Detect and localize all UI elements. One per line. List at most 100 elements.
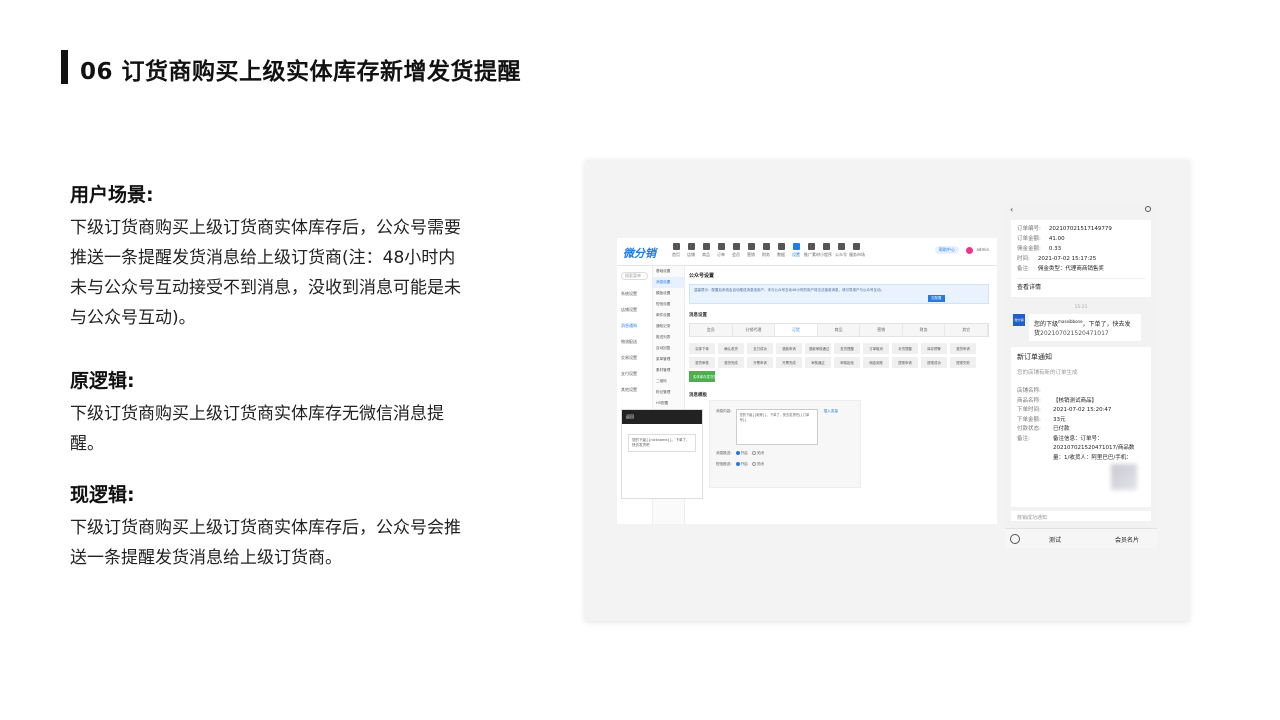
message-type-chip[interactable]: 订单取消 xyxy=(863,343,889,354)
help-pill[interactable]: 帮助中心 xyxy=(934,246,959,254)
message-type-chip[interactable]: 支付成功 xyxy=(747,343,773,354)
settings-tab[interactable]: 商品 xyxy=(818,324,861,336)
sub-sidebar-item[interactable]: 模板设置 xyxy=(653,288,684,299)
message-type-chip[interactable]: 开票完成 xyxy=(776,357,802,368)
bubble-order-link[interactable]: 20210702152047101​7 xyxy=(1040,330,1109,337)
new-order-card[interactable]: 新订单通知 您的店铺有新的订单生成 店铺名称: 商品名称: 【核销测试商品】 下单时间… xyxy=(1011,347,1151,507)
nav-item[interactable]: 商品 xyxy=(699,243,713,258)
nav-item[interactable]: 小程序 xyxy=(819,243,833,258)
commission-card[interactable]: 订单编号: 202107021517149779 订单金额: 41.00 佣金金额: 0.… xyxy=(1011,220,1151,297)
message-type-chip[interactable]: 提现申请 xyxy=(892,357,918,368)
nav-item[interactable]: 数据 xyxy=(774,243,788,258)
message-type-chip[interactable]: 库存预警 xyxy=(921,343,947,354)
sub-sidebar-item[interactable]: 短信设置 xyxy=(653,299,684,310)
order-value: 【核销测试商品】 xyxy=(1053,397,1098,404)
bubble-text: 您的下级 xyxy=(1034,321,1059,328)
message-type-chip[interactable]: 实体下单 xyxy=(689,343,715,354)
settings-tab[interactable]: 营销 xyxy=(860,324,903,336)
sub-sidebar-item[interactable]: 通知记录 xyxy=(653,321,684,332)
nav-item[interactable]: 首页 xyxy=(669,243,683,258)
settings-tab[interactable]: 分销代理 xyxy=(733,324,776,336)
order-value: 33元 xyxy=(1053,416,1066,423)
nav-item[interactable]: 会员 xyxy=(729,243,743,258)
content-textarea[interactable]: 您的下级{{昵称}}，下单了，快去发货吧{{订单号}} xyxy=(735,409,818,445)
sms-on-radio[interactable] xyxy=(735,462,740,466)
sub-sidebar-item[interactable]: 基础设置 xyxy=(653,266,684,277)
sidebar-item[interactable]: 消息通知 xyxy=(617,318,652,334)
message-type-chip[interactable]: 提现成功 xyxy=(921,357,947,368)
order-key: 下单时间: xyxy=(1017,407,1041,413)
configure-button[interactable]: 去配置 xyxy=(928,295,945,302)
sub-sidebar-item[interactable]: 素材管理 xyxy=(653,365,684,376)
phone-back-button[interactable]: 返回 xyxy=(626,414,634,419)
nav-label: 订单 xyxy=(717,252,725,257)
back-icon[interactable]: ‹ xyxy=(1010,205,1013,214)
settings-tab[interactable]: 其它 xyxy=(945,324,989,336)
message-type-chip[interactable]: 退款审核通过 xyxy=(805,343,831,354)
insert-variable-link[interactable]: 插入变量 xyxy=(824,409,838,445)
sidebar-item[interactable]: 交易设置 xyxy=(617,350,652,366)
user-avatar[interactable] xyxy=(966,246,974,254)
sub-sidebar-item[interactable]: 菜单管理 xyxy=(653,354,684,365)
section-body: 下级订货商购买上级订货商实体库存无微信消息提醒。 xyxy=(70,404,444,454)
nav-item[interactable]: 服务市场 xyxy=(849,243,865,258)
sidebar-item[interactable]: 支付设置 xyxy=(617,366,652,382)
sms-off-radio[interactable] xyxy=(751,462,756,466)
nav-item[interactable]: 财务 xyxy=(759,243,773,258)
sidebar-item[interactable]: 其他设置 xyxy=(617,382,652,398)
push-on-radio[interactable] xyxy=(735,451,740,455)
keyboard-icon[interactable] xyxy=(1010,534,1020,544)
menu-member-card-button[interactable]: 会员名片 xyxy=(1115,535,1139,544)
settings-tab[interactable]: 订货 xyxy=(775,324,818,336)
notice-banner: 温馨提示：配置后系统会自动推送消息给用户，未与公众号互动48小时的用户将无法接收… xyxy=(689,284,989,304)
sub-sidebar-item[interactable]: 二维码 xyxy=(653,376,684,387)
chat-timestamp: 15:21 xyxy=(1074,305,1088,310)
settings-tab[interactable]: 财务 xyxy=(903,324,946,336)
message-type-chip[interactable]: 审核通过 xyxy=(805,357,831,368)
sidebar-item[interactable]: 物流配送 xyxy=(617,334,652,350)
chat-message: 微分销 您的下级maseibbone，下单了，快去发货2021070215204… xyxy=(1013,314,1149,341)
nav-item[interactable]: 公众号 xyxy=(834,243,848,258)
message-type-chip[interactable]: 退货申请 xyxy=(950,343,976,354)
nav-label: 小程序 xyxy=(820,252,832,257)
settings-tab[interactable]: 会员 xyxy=(690,324,733,336)
sub-sidebar-item[interactable]: 自动回复 xyxy=(653,343,684,354)
sub-sidebar-item[interactable]: 邮件设置 xyxy=(653,310,684,321)
message-type-chip[interactable]: 佣金到账 xyxy=(863,357,889,368)
message-type-chip[interactable]: 退款申请 xyxy=(776,343,802,354)
order-value: 2021-07-02 15:20:47 xyxy=(1053,407,1112,413)
nav-icon xyxy=(822,243,830,250)
order-key: 商品名称: xyxy=(1017,397,1041,404)
message-type-chip[interactable]: 退货审核 xyxy=(689,357,715,368)
message-settings-heading: 消息设置 xyxy=(689,313,707,318)
nav-item[interactable]: 推广素材 xyxy=(804,243,820,258)
sidebar-item[interactable]: 店铺设置 xyxy=(617,302,652,318)
message-type-chip[interactable]: 补货提醒 xyxy=(892,343,918,354)
message-type-chip[interactable]: 退货完成 xyxy=(718,357,744,368)
sub-sidebar-item[interactable]: 粉丝管理 xyxy=(653,387,684,398)
message-type-chip[interactable]: 实体库存发货提醒 xyxy=(689,371,715,382)
user-name[interactable]: admin xyxy=(976,247,989,252)
message-type-chip[interactable]: 审核拒绝 xyxy=(834,357,860,368)
menu-test-button[interactable]: 测试 xyxy=(1049,535,1061,544)
nav-item[interactable]: 店铺 xyxy=(684,243,698,258)
message-type-chip[interactable]: 发货提醒 xyxy=(834,343,860,354)
nav-item[interactable]: 订单 xyxy=(714,243,728,258)
screenshot-frame: 微分销 首页 店铺 商品 订单 会员 营销 财务 数据 设置 推广素材 小程序 公众号 服务市场 帮助中… xyxy=(585,160,1189,621)
message-type-chip[interactable]: 提现失败 xyxy=(950,357,976,368)
view-details-link[interactable]: 查看详情 xyxy=(1017,278,1145,293)
sub-sidebar-item[interactable]: 消息设置 xyxy=(653,277,684,288)
message-type-chip[interactable]: 开票申请 xyxy=(747,357,773,368)
nav-item[interactable]: 设置 xyxy=(789,243,803,258)
section-body: 下级订货商购买上级订货商实体库存后，公众号会推送一条提醒发货消息给上级订货商。 xyxy=(70,518,461,568)
nav-item[interactable]: 营销 xyxy=(744,243,758,258)
menu-search-input[interactable]: 搜索菜单 xyxy=(621,272,648,280)
sidebar-item[interactable]: 系统设置 xyxy=(617,286,652,302)
push-off-radio[interactable] xyxy=(751,451,756,455)
verify-success-card[interactable]: 核销成功通知 xyxy=(1011,511,1151,521)
sub-sidebar-item[interactable]: 推送列表 xyxy=(653,332,684,343)
user-icon[interactable] xyxy=(1145,206,1151,212)
message-type-chip[interactable]: 确认收货 xyxy=(718,343,744,354)
order-row: 店铺名称: xyxy=(1017,387,1145,397)
sub-sidebar-item[interactable]: H5配置 xyxy=(653,398,684,409)
